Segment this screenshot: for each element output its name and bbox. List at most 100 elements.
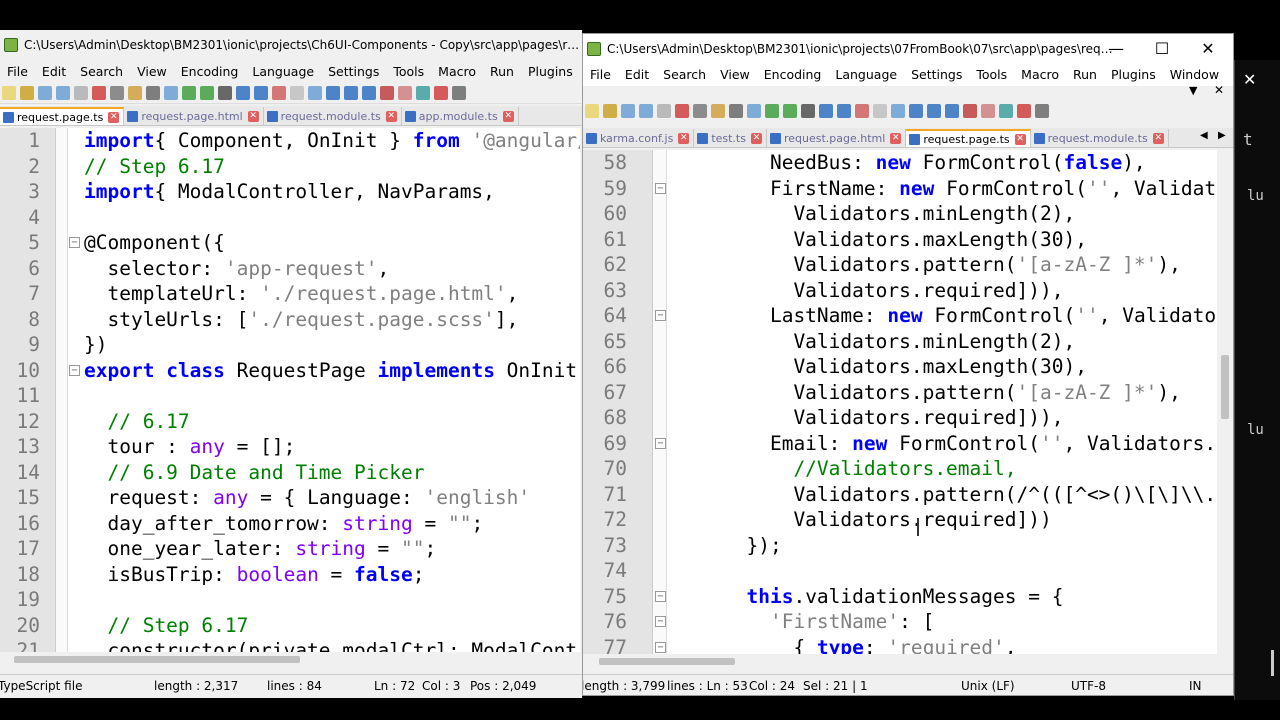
menu-item[interactable]: Encoding: [174, 64, 246, 79]
menu-item[interactable]: Tools: [969, 67, 1014, 82]
tab-close-icon[interactable]: ✕: [678, 132, 690, 144]
tab-request-page-ts[interactable]: request.page.ts ✕: [906, 129, 1031, 147]
toolbar-button-icon[interactable]: [891, 104, 905, 118]
close-document-icon[interactable]: ✕: [1214, 83, 1224, 97]
toolbar-button-icon[interactable]: [639, 104, 653, 118]
toolbar-button-icon[interactable]: [963, 104, 977, 118]
tab-request-module-ts[interactable]: request.module.ts ✕: [1031, 129, 1169, 147]
left-code-editor[interactable]: 1 import{ Component, OnInit } from '@angu…: [0, 128, 580, 652]
tab-close-icon[interactable]: ✕: [108, 111, 120, 123]
toolbar-button-icon[interactable]: [110, 85, 124, 100]
fold-toggle-icon[interactable]: −: [655, 616, 666, 627]
toolbar-button-icon[interactable]: [999, 104, 1013, 118]
toolbar-button-icon[interactable]: [909, 104, 923, 118]
tab-close-icon[interactable]: ✕: [890, 132, 902, 144]
right-code-editor[interactable]: 58 NeedBus: new FormControl(false), 59 Fi…: [583, 150, 1217, 654]
menu-item[interactable]: Language: [828, 67, 904, 82]
toolbar-button-icon[interactable]: [873, 104, 887, 118]
fold-toggle-icon[interactable]: −: [69, 364, 80, 376]
menu-item[interactable]: Plugins: [521, 64, 580, 79]
tab-close-icon[interactable]: ✕: [247, 110, 259, 122]
fold-toggle-icon[interactable]: −: [655, 641, 666, 653]
toolbar-button-icon[interactable]: [675, 104, 689, 118]
tab-scroll-left-icon[interactable]: ◀: [1200, 130, 1208, 141]
terminal-close-icon[interactable]: ✕: [1243, 70, 1256, 89]
tab-close-icon[interactable]: ✕: [750, 132, 762, 144]
minimize-button[interactable]: —: [1093, 34, 1139, 64]
toolbar-button-icon[interactable]: [326, 85, 340, 100]
toolbar-button-icon[interactable]: [38, 85, 52, 100]
menu-item[interactable]: Edit: [35, 64, 73, 79]
toolbar-button-icon[interactable]: [200, 85, 214, 100]
tab-close-icon[interactable]: ✕: [1014, 133, 1026, 145]
toolbar-button-icon[interactable]: [837, 104, 851, 118]
toolbar-button-icon[interactable]: [434, 85, 448, 100]
menu-item[interactable]: ?: [1226, 67, 1233, 82]
menu-item[interactable]: File: [583, 67, 618, 82]
menu-item[interactable]: Macro: [431, 64, 483, 79]
menu-item[interactable]: Run: [483, 64, 521, 79]
tab-request-module-ts[interactable]: request.module.ts ✕: [264, 107, 402, 125]
toolbar-button-icon[interactable]: [657, 104, 671, 118]
toolbar-button-icon[interactable]: [693, 104, 707, 118]
fold-toggle-icon[interactable]: −: [655, 437, 666, 449]
right-hscroll-thumb[interactable]: [599, 658, 735, 665]
toolbar-button-icon[interactable]: [783, 104, 797, 118]
toolbar-button-icon[interactable]: [585, 104, 599, 118]
toolbar-button-icon[interactable]: [380, 85, 394, 100]
tab-close-icon[interactable]: ✕: [502, 110, 514, 122]
terminal-scrollbar[interactable]: [1271, 650, 1274, 676]
toolbar-button-icon[interactable]: [927, 104, 941, 118]
menu-item[interactable]: Search: [73, 64, 130, 79]
toolbar-button-icon[interactable]: [398, 85, 412, 100]
toolbar-button-icon[interactable]: [855, 104, 869, 118]
right-horizontal-scrollbar[interactable]: [583, 654, 1233, 668]
menu-item[interactable]: File: [0, 64, 35, 79]
menu-item[interactable]: Macro: [1014, 67, 1066, 82]
toolbar-button-icon[interactable]: [236, 85, 250, 100]
right-vscroll-thumb[interactable]: [1221, 355, 1229, 419]
tab-close-icon[interactable]: ✕: [385, 110, 397, 122]
menu-item[interactable]: View: [130, 64, 174, 79]
toolbar-button-icon[interactable]: [621, 104, 635, 118]
menu-item[interactable]: Language: [245, 64, 321, 79]
fold-toggle-icon[interactable]: −: [655, 310, 666, 321]
fold-toggle-icon[interactable]: −: [655, 590, 666, 602]
toolbar-button-icon[interactable]: [819, 104, 833, 118]
fold-toggle-icon[interactable]: −: [655, 182, 666, 194]
toolbar-button-icon[interactable]: [416, 85, 430, 100]
menu-item[interactable]: Settings: [321, 64, 386, 79]
menu-item[interactable]: Encoding: [757, 67, 829, 82]
toolbar-button-icon[interactable]: [92, 85, 106, 100]
menu-item[interactable]: Settings: [904, 67, 969, 82]
toolbar-button-icon[interactable]: [20, 85, 34, 100]
toolbar-button-icon[interactable]: [945, 104, 959, 118]
toolbar-button-icon[interactable]: [182, 85, 196, 100]
left-title-bar[interactable]: C:\Users\Admin\Desktop\BM2301\ionic\proj…: [0, 30, 582, 60]
toolbar-button-icon[interactable]: [164, 85, 178, 100]
tab-karma-conf-js[interactable]: karma.conf.js ✕: [583, 129, 695, 147]
toolbar-button-icon[interactable]: [56, 85, 70, 100]
tab-app-module-ts[interactable]: app.module.ts ✕: [402, 107, 519, 125]
toolbar-button-icon[interactable]: [452, 85, 466, 100]
toolbar-button-icon[interactable]: [981, 104, 995, 118]
right-vertical-scrollbar[interactable]: [1217, 150, 1233, 654]
left-horizontal-scrollbar[interactable]: [0, 652, 580, 666]
toolbar-button-icon[interactable]: [801, 104, 815, 118]
menu-item[interactable]: View: [713, 67, 757, 82]
toolbar-button-icon[interactable]: [254, 85, 268, 100]
toolbar-button-icon[interactable]: [765, 104, 779, 118]
left-scroll-thumb[interactable]: [14, 656, 300, 663]
toolbar-button-icon[interactable]: [362, 85, 376, 100]
toolbar-button-icon[interactable]: [344, 85, 358, 100]
menu-item[interactable]: Plugins: [1104, 67, 1163, 82]
tab-scroll-right-icon[interactable]: ▶: [1218, 130, 1226, 141]
menu-item[interactable]: Search: [656, 67, 713, 82]
tab-request-page-ts[interactable]: request.page.ts ✕: [0, 107, 125, 125]
toolbar-button-icon[interactable]: [603, 104, 617, 118]
close-button[interactable]: ✕: [1185, 34, 1231, 64]
tab-request-page-html[interactable]: request.page.html ✕: [767, 129, 907, 147]
menu-item[interactable]: Edit: [618, 67, 656, 82]
tab-test-ts[interactable]: test.ts ✕: [694, 129, 767, 147]
menu-dropdown-icon[interactable]: ▼: [1189, 84, 1197, 97]
